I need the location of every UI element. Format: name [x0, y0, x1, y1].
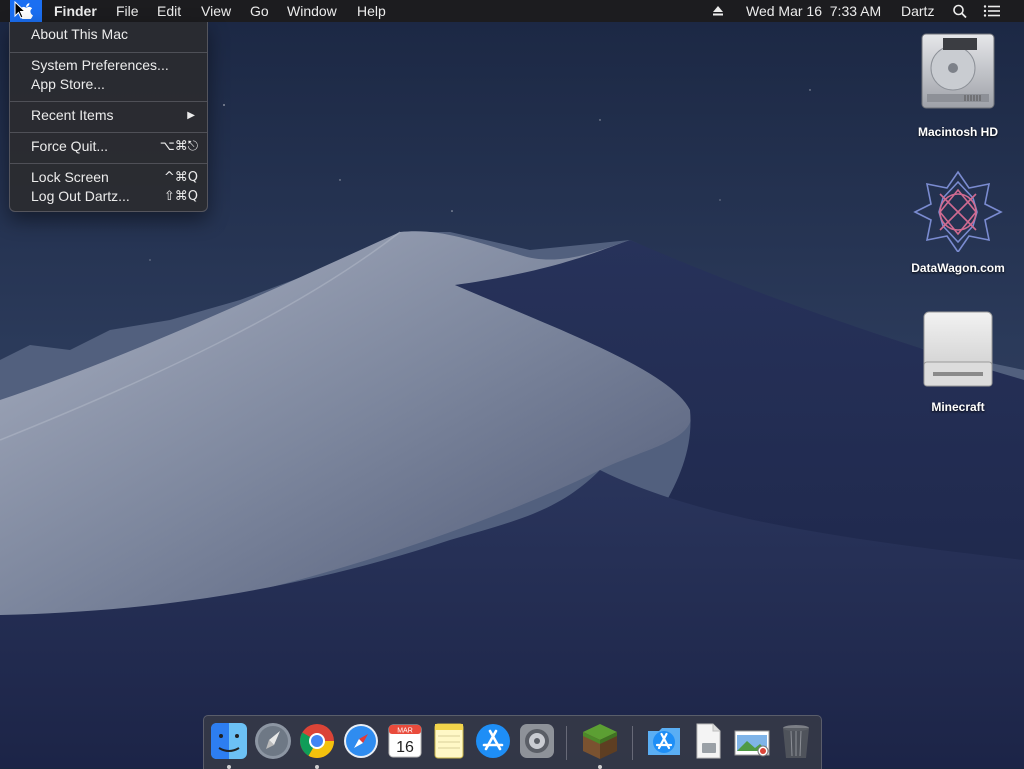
finder-icon [211, 723, 247, 759]
menu-item-label: About This Mac [31, 26, 129, 42]
dock-trash[interactable] [774, 719, 818, 765]
datawagon-logo-icon [913, 170, 1003, 252]
menu-separator [10, 52, 207, 53]
menu-item-log-out[interactable]: Log Out Dartz... ⇧⌘Q [10, 187, 207, 206]
running-indicator [315, 765, 319, 769]
calendar-icon: MAR 16 [388, 724, 422, 758]
notification-center-icon[interactable] [983, 0, 1001, 22]
running-indicator [598, 765, 602, 769]
menu-item-lock-screen[interactable]: Lock Screen ^⌘Q [10, 168, 207, 187]
dock-app-store[interactable] [471, 719, 515, 765]
calendar-month: MAR [397, 728, 413, 735]
dock-minecraft[interactable] [578, 719, 622, 769]
menu-item-label: Force Quit... [31, 138, 109, 154]
keyboard-shortcut: ^⌘Q [163, 170, 198, 185]
menu-item-label: App Store... [31, 76, 105, 92]
mouse-cursor-icon [14, 1, 26, 19]
hard-drive-icon [921, 33, 995, 109]
external-drive-icon [923, 311, 993, 387]
eject-icon[interactable] [711, 0, 725, 22]
menu-item-app-store[interactable]: App Store... [10, 75, 207, 94]
menu-file[interactable]: File [116, 0, 139, 22]
running-indicator [227, 765, 231, 769]
menu-separator [10, 163, 207, 164]
menu-item-label: Lock Screen [31, 169, 109, 185]
document-icon [696, 723, 721, 759]
menu-user-name[interactable]: Dartz [901, 0, 934, 22]
menu-item-recent-items[interactable]: Recent Items ▶ [10, 106, 207, 125]
dock-document[interactable] [686, 719, 730, 765]
dock-notes[interactable] [427, 719, 471, 765]
submenu-arrow-icon: ▶ [187, 110, 195, 121]
dock: MAR 16 [203, 715, 822, 769]
menu-item-label: System Preferences... [31, 57, 169, 73]
menu-separator [10, 132, 207, 133]
dock-finder[interactable] [207, 719, 251, 769]
desktop-icon-macintosh-hd[interactable]: Macintosh HD [903, 30, 1013, 145]
preview-icon [734, 730, 770, 757]
menu-help[interactable]: Help [357, 0, 386, 22]
menu-bar: Finder File Edit View Go Window Help Wed… [0, 0, 1024, 22]
system-preferences-icon [520, 724, 554, 758]
menu-item-label: Recent Items [31, 107, 114, 123]
dock-applications-folder[interactable] [642, 719, 686, 765]
safari-icon [344, 724, 378, 758]
desktop-icon-label: Minecraft [931, 400, 985, 414]
notes-icon [434, 723, 464, 759]
desktop-icon-label: DataWagon.com [911, 261, 1005, 275]
desktop-icon-minecraft[interactable]: Minecraft [903, 310, 1013, 420]
dock-chrome[interactable] [295, 719, 339, 769]
dock-separator [632, 726, 633, 760]
menu-item-force-quit[interactable]: Force Quit... ⌥⌘⎋ [10, 137, 207, 156]
keyboard-shortcut: ⇧⌘Q [163, 189, 198, 204]
menu-app-name[interactable]: Finder [54, 0, 97, 22]
dock-preview[interactable] [730, 719, 774, 765]
launchpad-icon [255, 723, 291, 759]
menu-item-label: Log Out Dartz... [31, 188, 130, 204]
menu-item-system-preferences[interactable]: System Preferences... [10, 56, 207, 75]
dock-launchpad[interactable] [251, 719, 295, 765]
desktop-icon-datawagon[interactable]: DataWagon.com [903, 168, 1013, 283]
keyboard-shortcut: ⌥⌘⎋ [159, 139, 198, 154]
menu-view[interactable]: View [201, 0, 231, 22]
menu-item-about-this-mac[interactable]: About This Mac [10, 25, 207, 44]
desktop-icon-label: Macintosh HD [917, 125, 998, 139]
apple-menu-dropdown: About This Mac System Preferences... App… [9, 22, 208, 212]
chrome-icon [300, 724, 334, 758]
menu-separator [10, 101, 207, 102]
applications-folder-icon [648, 728, 680, 755]
trash-icon [783, 725, 809, 758]
app-store-icon [476, 724, 510, 758]
minecraft-icon [583, 724, 617, 759]
dock-calendar[interactable]: MAR 16 [383, 719, 427, 765]
menu-window[interactable]: Window [287, 0, 337, 22]
menu-go[interactable]: Go [250, 0, 269, 22]
menu-clock[interactable]: Wed Mar 16 7:33 AM [746, 0, 881, 22]
dock-separator [566, 726, 567, 760]
dock-safari[interactable] [339, 719, 383, 765]
calendar-day: 16 [396, 739, 414, 756]
dock-system-preferences[interactable] [515, 719, 559, 765]
spotlight-search-icon[interactable] [952, 0, 968, 22]
menu-edit[interactable]: Edit [157, 0, 181, 22]
